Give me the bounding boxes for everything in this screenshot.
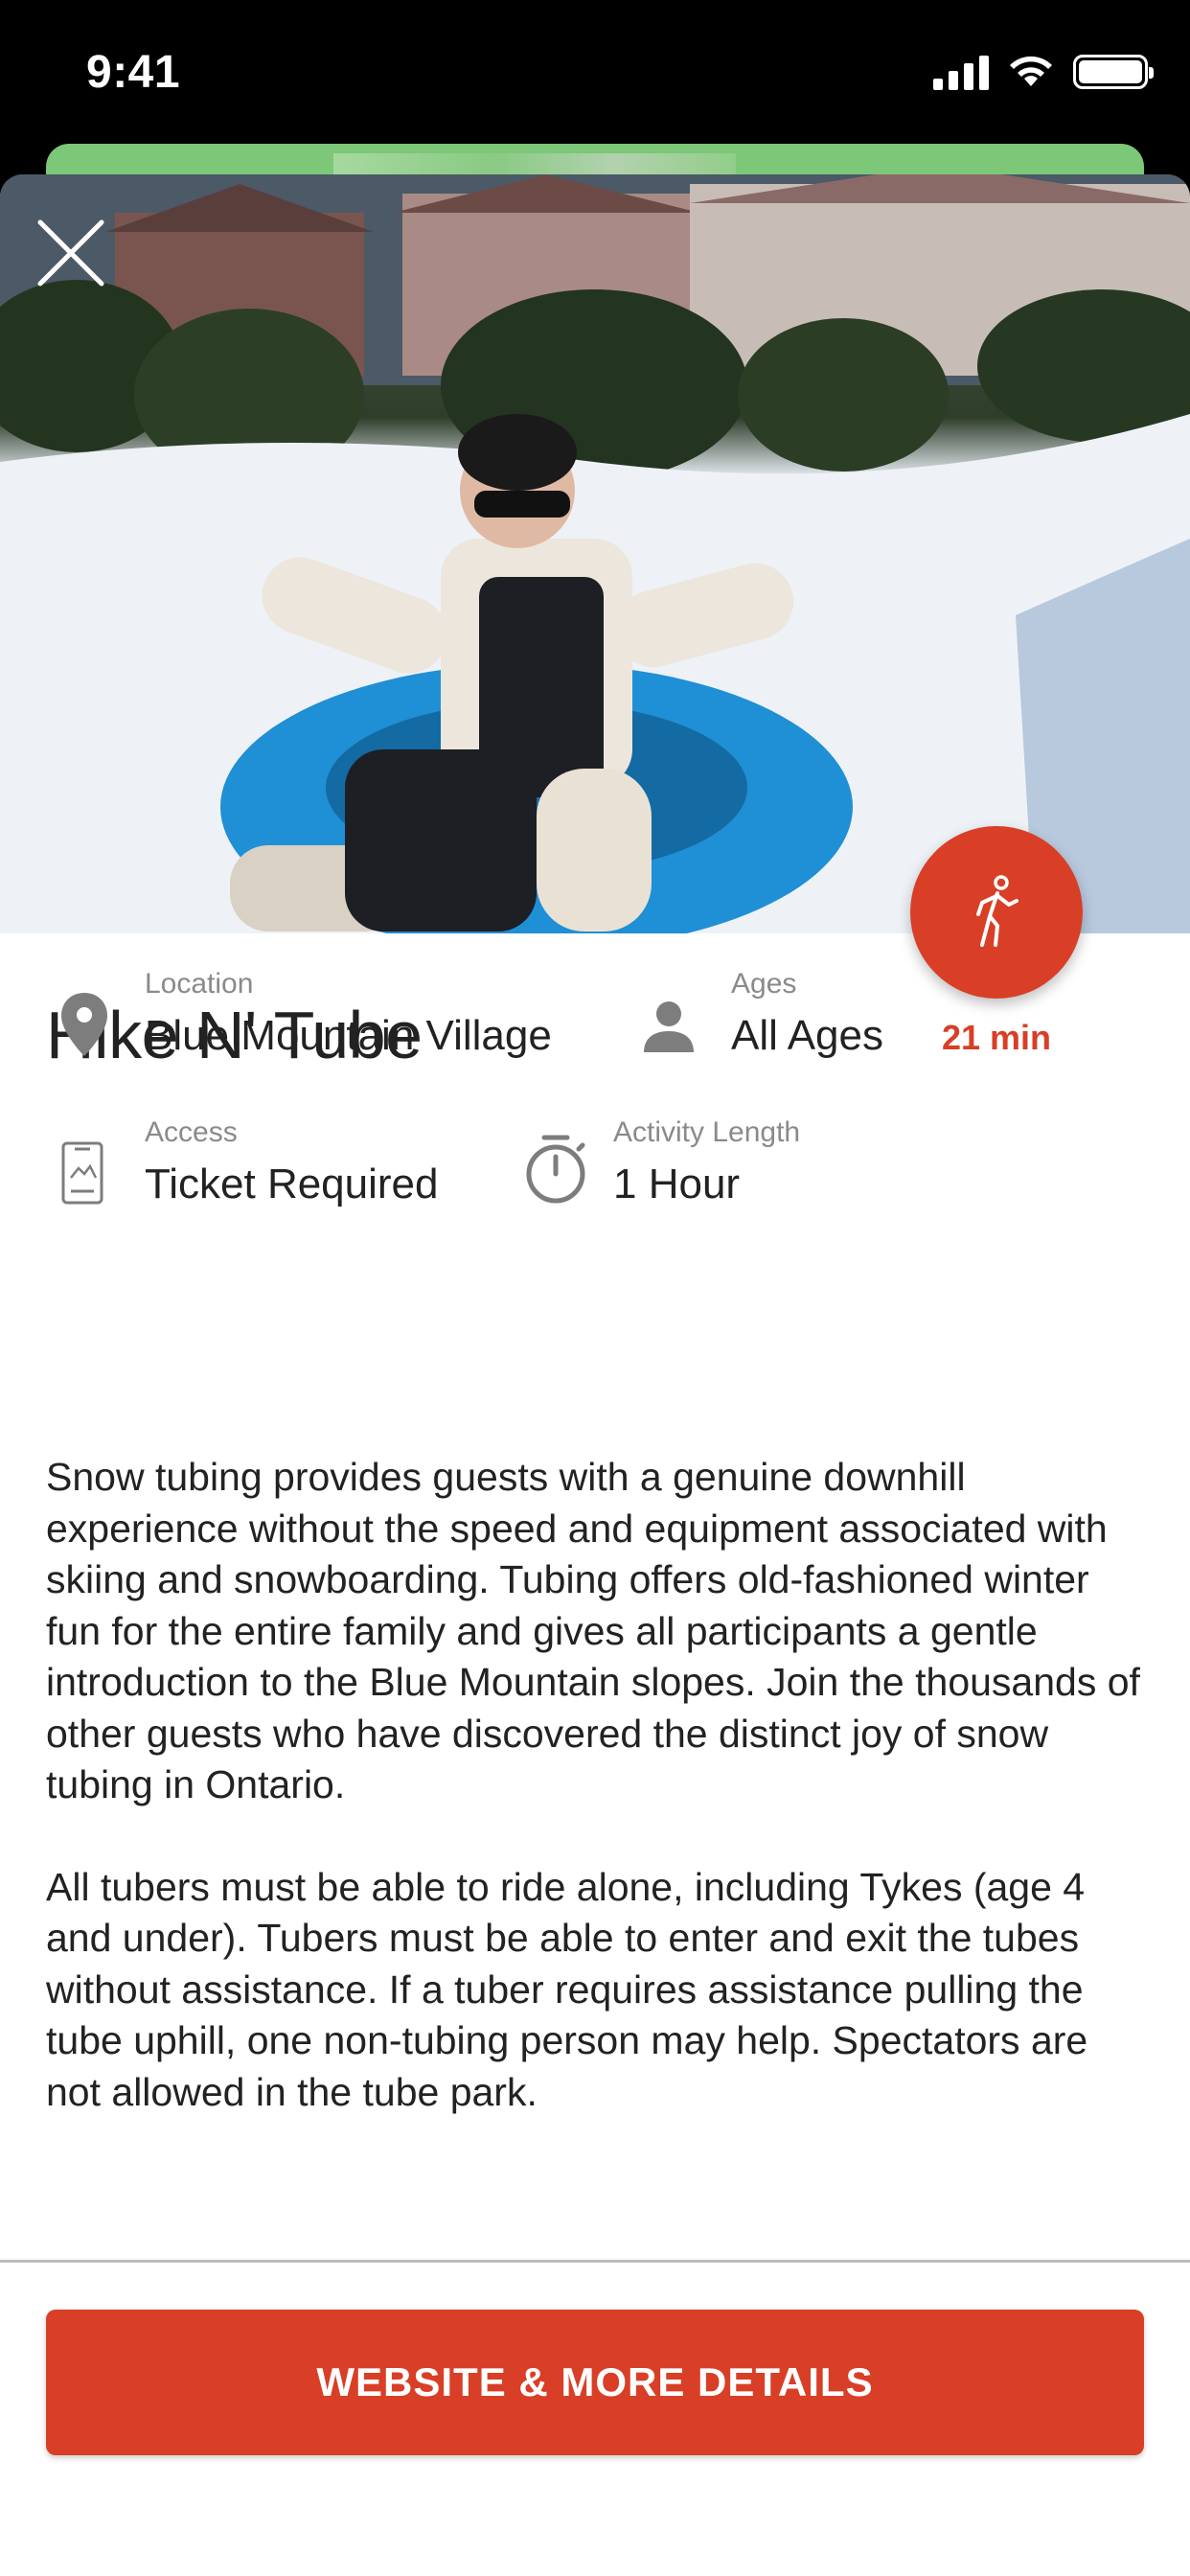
location-label: Location xyxy=(145,968,254,1000)
description-paragraph: All tubers must be able to ride alone, i… xyxy=(46,1864,1088,2114)
status-icons xyxy=(933,54,1154,90)
close-icon xyxy=(37,219,104,287)
activity-description: Snow tubing provides guests with a genui… xyxy=(46,1452,1148,2169)
divider xyxy=(0,2260,1190,2263)
description-paragraph: Snow tubing provides guests with a genui… xyxy=(46,1455,1140,1806)
ages-label: Ages xyxy=(731,968,797,1000)
walking-directions-button[interactable] xyxy=(910,826,1083,999)
walking-person-icon xyxy=(976,875,1018,947)
person-icon xyxy=(644,1001,694,1052)
activity-detail-sheet: 21 min Hike N' Tube Location Blue Mounta… xyxy=(0,174,1190,2576)
close-button[interactable] xyxy=(33,215,109,291)
cellular-signal-icon xyxy=(933,54,989,90)
ages-value: All Ages xyxy=(731,1012,883,1059)
wifi-icon xyxy=(1010,56,1052,86)
walk-time: 21 min xyxy=(941,1018,1052,1057)
activity-length-value: 1 Hour xyxy=(613,1161,741,1208)
location-pin-icon xyxy=(61,993,107,1056)
battery-icon xyxy=(1073,55,1154,89)
access-value: Ticket Required xyxy=(145,1161,439,1208)
hero-photo-illustration xyxy=(0,174,1190,933)
status-time: 9:41 xyxy=(86,47,181,98)
hero-image xyxy=(0,174,1190,933)
ticket-icon xyxy=(61,1141,103,1205)
website-details-button[interactable]: WEBSITE & MORE DETAILS xyxy=(46,2310,1144,2455)
status-bar: 9:41 xyxy=(0,0,1190,153)
location-value: Blue Mountain Village xyxy=(145,1012,552,1059)
stopwatch-icon xyxy=(526,1135,585,1204)
activity-length-label: Activity Length xyxy=(613,1116,801,1148)
access-label: Access xyxy=(145,1116,238,1148)
